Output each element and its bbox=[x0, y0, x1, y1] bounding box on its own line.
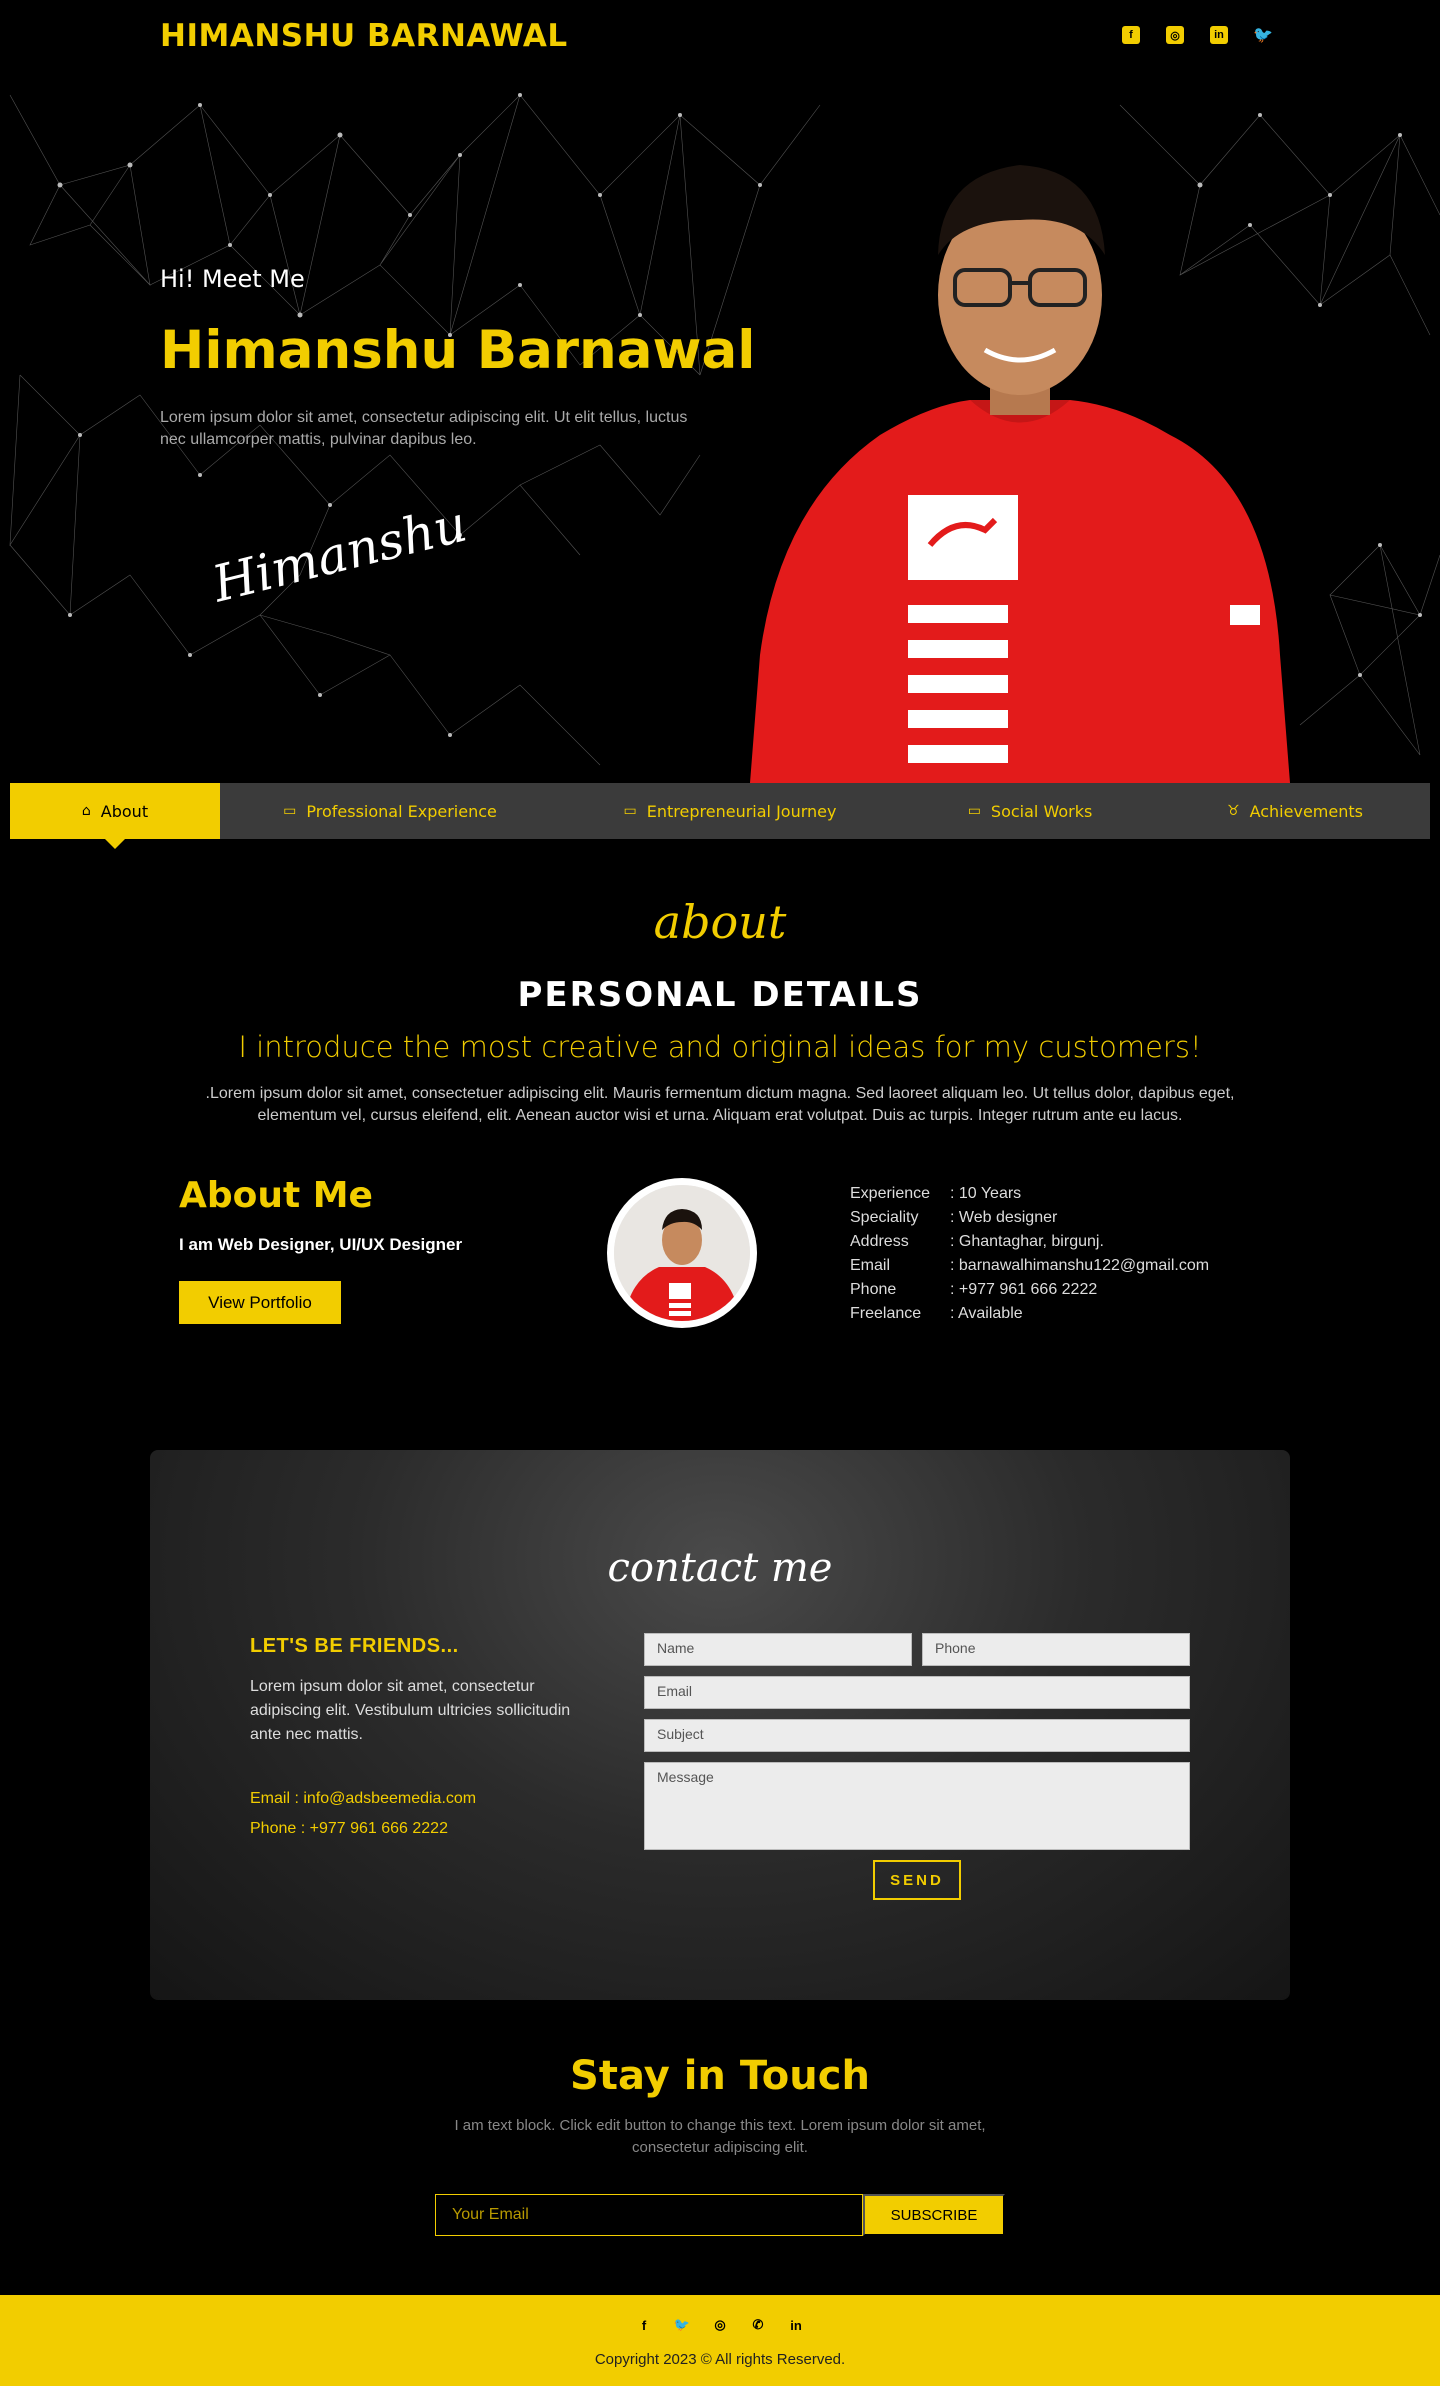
laptop-code-icon: ▭ bbox=[967, 803, 981, 819]
personal-details-list: Experience : 10 Years Speciality : Web d… bbox=[850, 1182, 1209, 1326]
subscribe-email-input[interactable]: Your Email bbox=[435, 2194, 863, 2236]
view-portfolio-button[interactable]: View Portfolio bbox=[179, 1281, 341, 1324]
subject-field[interactable]: Subject bbox=[644, 1719, 1190, 1752]
personal-details-title: PERSONAL DETAILS bbox=[517, 975, 923, 1015]
contact-phone[interactable]: Phone : +977 961 666 2222 bbox=[250, 1820, 448, 1838]
hero-section: Hi! Meet Me Himanshu Barnawal Lorem ipsu… bbox=[0, 75, 1440, 783]
about-script-title: about bbox=[653, 895, 787, 949]
whatsapp-icon[interactable]: ✆ bbox=[750, 2317, 766, 2333]
facebook-square-icon[interactable]: f bbox=[1122, 26, 1140, 44]
hero-portrait bbox=[750, 165, 1290, 783]
detail-freelance: Freelance : Available bbox=[850, 1305, 1023, 1322]
about-paragraph: .Lorem ipsum dolor sit amet, consectetue… bbox=[205, 1085, 1235, 1124]
tab-achievements[interactable]: ♉ Achievements bbox=[1160, 783, 1430, 839]
linkedin-icon[interactable]: in bbox=[788, 2317, 804, 2333]
stay-in-touch-title: Stay in Touch bbox=[570, 2053, 870, 2099]
tab-professional-experience-label: Professional Experience bbox=[306, 801, 497, 821]
contact-section: contact me LET'S BE FRIENDS... Lorem ips… bbox=[150, 1450, 1290, 2000]
about-me-heading: About Me bbox=[179, 1175, 373, 1216]
detail-address: Address : Ghantaghar, birgunj. bbox=[850, 1233, 1104, 1250]
twitter-icon[interactable]: 🐦 bbox=[674, 2317, 690, 2333]
subscribe-button[interactable]: SUBSCRIBE bbox=[863, 2194, 1005, 2236]
instagram-icon[interactable]: ◎ bbox=[712, 2317, 728, 2333]
avatar bbox=[607, 1178, 757, 1328]
twitter-icon[interactable]: 🐦 bbox=[1253, 26, 1273, 44]
section-tabs: ⌂ About ▭ Professional Experience ▭ Entr… bbox=[10, 783, 1430, 849]
facebook-icon[interactable]: f bbox=[636, 2317, 652, 2333]
detail-speciality: Speciality : Web designer bbox=[850, 1209, 1058, 1226]
tab-about[interactable]: ⌂ About bbox=[10, 783, 220, 849]
contact-script-title: contact me bbox=[607, 1545, 833, 1591]
friends-description: Lorem ipsum dolor sit amet, consectetur … bbox=[250, 1678, 571, 1743]
avatar-photo bbox=[614, 1185, 750, 1321]
footer-social-links: f 🐦 ◎ ✆ in bbox=[0, 2317, 1440, 2333]
header-social-links: f ◎ in 🐦 bbox=[1122, 26, 1273, 44]
site-header: HIMANSHU BARNAWAL f ◎ in 🐦 bbox=[0, 0, 1440, 75]
site-footer: f 🐦 ◎ ✆ in Copyright 2023 © All rights R… bbox=[0, 2295, 1440, 2386]
hero-description: Lorem ipsum dolor sit amet, consectetur … bbox=[160, 409, 688, 448]
phone-field[interactable]: Phone bbox=[922, 1633, 1190, 1666]
tab-entrepreneurial-journey[interactable]: ▭ Entrepreneurial Journey bbox=[560, 783, 900, 839]
hero-name: Himanshu Barnawal bbox=[160, 320, 756, 381]
home-icon: ⌂ bbox=[81, 803, 91, 819]
brand-logo[interactable]: HIMANSHU BARNAWAL bbox=[160, 18, 568, 54]
copyright-text: Copyright 2023 © All rights Reserved. bbox=[594, 2351, 846, 2368]
send-button[interactable]: SEND bbox=[873, 1860, 961, 1900]
email-field[interactable]: Email bbox=[644, 1676, 1190, 1709]
intro-text: I introduce the most creative and origin… bbox=[238, 1030, 1202, 1064]
hero-greeting: Hi! Meet Me bbox=[160, 265, 305, 293]
friends-title: LET'S BE FRIENDS... bbox=[250, 1635, 459, 1657]
linkedin-icon[interactable]: in bbox=[1210, 26, 1228, 44]
name-field[interactable]: Name bbox=[644, 1633, 912, 1666]
tab-entrepreneurial-journey-label: Entrepreneurial Journey bbox=[646, 801, 837, 821]
detail-phone: Phone : +977 961 666 2222 bbox=[850, 1281, 1098, 1298]
tab-social-works[interactable]: ▭ Social Works bbox=[900, 783, 1160, 839]
stay-in-touch-description: I am text block. Click edit button to ch… bbox=[454, 2117, 986, 2156]
laptop-code-icon: ▭ bbox=[283, 803, 297, 819]
tab-social-works-label: Social Works bbox=[990, 801, 1093, 821]
contact-email[interactable]: Email : info@adsbeemedia.com bbox=[250, 1790, 476, 1808]
detail-email: Email : barnawalhimanshu122@gmail.com bbox=[850, 1257, 1210, 1274]
detail-experience: Experience : 10 Years bbox=[850, 1185, 1022, 1202]
laptop-icon: ▭ bbox=[623, 803, 637, 819]
medal-icon: ♉ bbox=[1227, 803, 1240, 819]
tab-about-label: About bbox=[100, 801, 149, 821]
message-field[interactable]: Message bbox=[644, 1762, 1190, 1850]
tab-achievements-label: Achievements bbox=[1249, 801, 1363, 821]
instagram-icon[interactable]: ◎ bbox=[1166, 26, 1184, 44]
tab-professional-experience[interactable]: ▭ Professional Experience bbox=[220, 783, 560, 839]
role-text: I am Web Designer, UI/UX Designer bbox=[179, 1235, 463, 1254]
